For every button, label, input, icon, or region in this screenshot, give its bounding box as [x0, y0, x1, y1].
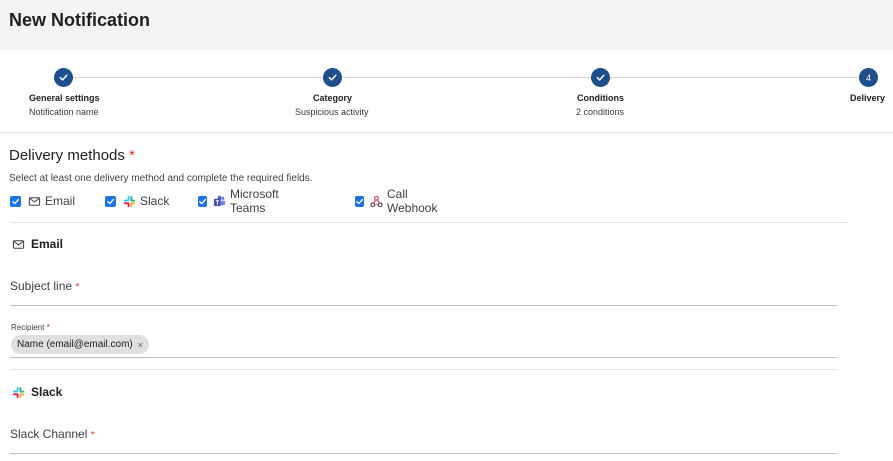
checkbox-checked-icon[interactable]	[198, 195, 207, 207]
recipient-chip-text: Name (email@email.com)	[17, 339, 133, 350]
section-divider	[10, 369, 837, 370]
mail-icon	[11, 237, 25, 251]
required-mark: *	[129, 147, 135, 164]
step-connector	[73, 77, 323, 78]
step-connector	[610, 77, 859, 78]
recipient-label-text: Recipient	[11, 323, 45, 332]
section-divider	[10, 222, 847, 223]
required-mark: *	[90, 430, 95, 441]
slack-channel-label[interactable]: Slack Channel *	[10, 427, 95, 441]
step-3-label: Conditions	[577, 93, 624, 103]
step-1-sub: Notification name	[29, 107, 99, 117]
method-slack-checkbox[interactable]: Slack	[105, 193, 169, 209]
slack-icon	[122, 194, 136, 208]
method-teams-label: Microsoft Teams	[230, 187, 279, 215]
step-connector	[342, 77, 591, 78]
recipient-label: Recipient *	[11, 323, 50, 332]
method-email-checkbox[interactable]: Email	[10, 193, 75, 209]
checkbox-checked-icon[interactable]	[105, 195, 116, 207]
webhook-icon	[370, 194, 383, 208]
method-teams-checkbox[interactable]: Microsoft Teams	[198, 187, 282, 215]
method-slack-label: Slack	[140, 194, 170, 208]
slack-section-heading: Slack	[11, 385, 62, 399]
required-mark: *	[46, 323, 50, 332]
teams-icon	[213, 194, 226, 208]
recipient-chip[interactable]: Name (email@email.com) ×	[11, 335, 149, 354]
step-3-check-icon[interactable]	[591, 68, 610, 87]
email-section-heading: Email	[11, 237, 63, 251]
slack-section-title: Slack	[31, 385, 63, 399]
checkbox-checked-icon[interactable]	[355, 195, 364, 207]
delivery-methods-title: Delivery methods *	[9, 147, 135, 164]
page-header: New Notification	[0, 0, 893, 50]
step-3-sub: 2 conditions	[576, 107, 625, 117]
method-webhook-checkbox[interactable]: Call Webhook	[355, 187, 440, 215]
subject-line-text: Subject line	[10, 279, 73, 293]
step-2-sub: Suspicious activity	[295, 107, 369, 117]
step-2-check-icon[interactable]	[323, 68, 342, 87]
step-1-check-icon[interactable]	[54, 68, 73, 87]
required-mark: *	[75, 282, 80, 293]
subject-line-label[interactable]: Subject line *	[10, 279, 79, 293]
step-4-number[interactable]: 4	[859, 68, 878, 87]
delivery-methods-title-text: Delivery methods	[9, 147, 125, 164]
stepper: General settings Notification name Categ…	[0, 50, 893, 133]
slack-channel-text: Slack Channel	[10, 427, 88, 441]
step-1-label: General settings	[29, 93, 100, 103]
subject-line-input[interactable]	[10, 305, 837, 306]
step-4-label: Delivery	[850, 93, 886, 103]
method-webhook-label: Call Webhook	[387, 187, 438, 215]
recipient-input[interactable]	[10, 357, 837, 358]
mail-icon	[27, 194, 41, 208]
page-title: New Notification	[9, 10, 151, 30]
step-2-label: Category	[313, 93, 353, 103]
slack-icon	[11, 385, 25, 399]
checkbox-checked-icon[interactable]	[10, 195, 21, 207]
delivery-instructions: Select at least one delivery method and …	[9, 173, 313, 184]
slack-channel-input[interactable]	[10, 453, 837, 454]
method-email-label: Email	[45, 194, 76, 208]
email-section-title: Email	[31, 237, 64, 251]
chip-remove-icon[interactable]: ×	[138, 340, 143, 350]
